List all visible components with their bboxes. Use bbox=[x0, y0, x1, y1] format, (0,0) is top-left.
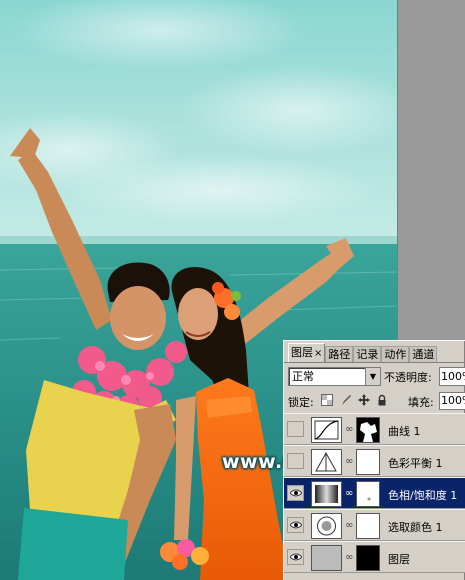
hue-saturation-icon bbox=[311, 481, 342, 507]
chain-link-icon[interactable]: ∞ bbox=[345, 423, 353, 436]
eye-icon bbox=[290, 489, 302, 497]
layers-panel: 图层× 路径 记录 动作 通道 正常 ▼ 不透明度: 100% 锁定: 填充: … bbox=[283, 340, 465, 580]
layer-name[interactable]: 选取颜色 1 bbox=[388, 519, 443, 535]
layer-name[interactable]: 色相/饱和度 1 bbox=[388, 487, 457, 503]
tab-layers-label: 图层 bbox=[291, 346, 313, 359]
lock-label: 锁定: bbox=[288, 396, 314, 409]
layer-icon bbox=[311, 545, 342, 571]
chevron-down-icon[interactable]: ▼ bbox=[365, 368, 380, 385]
layer-name[interactable]: 曲线 1 bbox=[388, 423, 421, 439]
tab-history-label: 记录 bbox=[356, 348, 379, 361]
fill-label: 填充: bbox=[408, 396, 434, 409]
figure-mask-thumbnail bbox=[356, 545, 380, 571]
lock-options-row: 锁定: 填充: 100% bbox=[287, 391, 465, 411]
tab-paths[interactable]: 路径 bbox=[325, 346, 354, 362]
layer-row-hue-saturation[interactable]: ∞ 色相/饱和度 1 bbox=[284, 477, 465, 509]
chain-link-icon[interactable]: ∞ bbox=[345, 455, 353, 468]
layer-row-color-balance[interactable]: ∞ 色彩平衡 1 bbox=[284, 445, 465, 477]
visibility-toggle[interactable] bbox=[287, 485, 304, 501]
layer-name[interactable]: 图层 bbox=[388, 551, 410, 567]
tab-layers[interactable]: 图层× bbox=[288, 343, 326, 362]
tab-paths-label: 路径 bbox=[328, 348, 351, 361]
padlock-icon[interactable] bbox=[376, 394, 388, 406]
color-balance-icon bbox=[311, 449, 342, 475]
opacity-input[interactable]: 100% bbox=[439, 367, 465, 386]
curves-icon bbox=[311, 417, 342, 443]
visibility-toggle[interactable] bbox=[287, 421, 304, 437]
blend-mode-value: 正常 bbox=[292, 370, 314, 383]
tab-channels[interactable]: 通道 bbox=[409, 346, 438, 362]
transparency-lock-icon[interactable] bbox=[321, 394, 333, 406]
move-lock-icon[interactable] bbox=[358, 394, 370, 406]
blend-mode-select[interactable]: 正常 ▼ bbox=[288, 367, 381, 386]
tab-history[interactable]: 记录 bbox=[353, 346, 382, 362]
tab-actions[interactable]: 动作 bbox=[381, 346, 410, 362]
white-mask-thumbnail bbox=[356, 481, 380, 507]
eye-icon bbox=[290, 521, 302, 529]
white-mask-thumbnail bbox=[356, 513, 380, 539]
layer-row-selective-color[interactable]: ∞ 选取颜色 1 bbox=[284, 509, 465, 541]
fill-input[interactable]: 100% bbox=[439, 392, 465, 410]
tab-actions-label: 动作 bbox=[384, 348, 407, 361]
visibility-toggle[interactable] bbox=[287, 549, 304, 565]
panel-tab-bar: 图层× 路径 记录 动作 通道 bbox=[284, 343, 465, 363]
visibility-toggle[interactable] bbox=[287, 517, 304, 533]
chain-link-icon[interactable]: ∞ bbox=[345, 519, 353, 532]
layer-list: ∞ 曲线 1 ∞ 色彩平衡 1 ∞ 色相/饱和度 1 ∞ 选取颜色 1 ∞ 图层 bbox=[284, 413, 465, 573]
white-mask-thumbnail bbox=[356, 449, 380, 475]
brush-lock-icon[interactable] bbox=[340, 394, 352, 406]
layer-row-curves[interactable]: ∞ 曲线 1 bbox=[284, 413, 465, 445]
workspace-background bbox=[397, 0, 465, 340]
layer-name[interactable]: 色彩平衡 1 bbox=[388, 455, 443, 471]
close-icon[interactable]: × bbox=[314, 348, 322, 359]
selective-color-icon bbox=[311, 513, 342, 539]
figure-mask-thumbnail bbox=[356, 417, 380, 443]
layer-row-base[interactable]: ∞ 图层 bbox=[284, 541, 465, 573]
eye-icon bbox=[290, 553, 302, 561]
visibility-toggle[interactable] bbox=[287, 453, 304, 469]
chain-link-icon[interactable]: ∞ bbox=[345, 551, 353, 564]
opacity-label: 不透明度: bbox=[384, 371, 432, 384]
tab-channels-label: 通道 bbox=[412, 348, 435, 361]
chain-link-icon[interactable]: ∞ bbox=[345, 487, 353, 500]
blend-options-row: 正常 ▼ 不透明度: 100% bbox=[287, 366, 465, 387]
